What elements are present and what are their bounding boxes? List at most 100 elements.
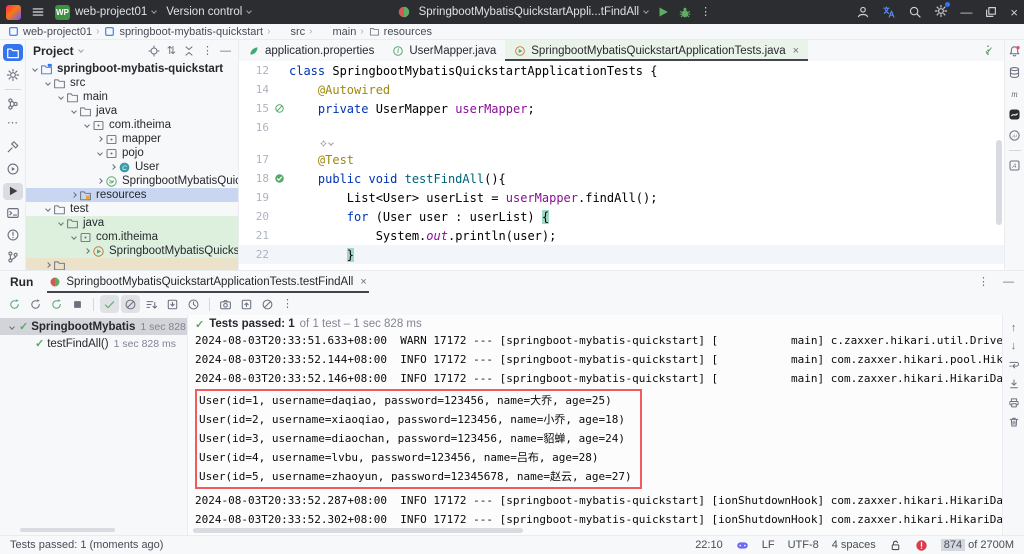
- user-account-icon[interactable]: [856, 5, 870, 19]
- tree-item[interactable]: pojo: [26, 146, 238, 160]
- code-line[interactable]: 21 System.out.println(user);: [239, 226, 1004, 245]
- tree-chevron-icon[interactable]: [58, 94, 64, 100]
- code-line[interactable]: 16: [239, 118, 1004, 137]
- console-scrollbar[interactable]: [193, 528, 523, 533]
- problems-tool-button[interactable]: [3, 227, 23, 244]
- log-line[interactable]: 2024-08-03T20:33:52.287+08:00 INFO 17172…: [195, 491, 1002, 510]
- tree-chevron-icon[interactable]: [45, 206, 51, 212]
- user-output-line[interactable]: User(id=2, username=xiaoqiao, password=1…: [199, 410, 632, 429]
- more-options-icon[interactable]: ⋮: [978, 277, 989, 288]
- tree-chevron-icon[interactable]: [97, 150, 103, 156]
- editor-scrollbar[interactable]: [996, 140, 1002, 225]
- editor-tab[interactable]: I UserMapper.java: [383, 40, 505, 61]
- line-ending-widget[interactable]: LF: [762, 539, 775, 551]
- tree-chevron-icon[interactable]: [97, 136, 103, 142]
- vcs-tool-button[interactable]: [3, 249, 23, 266]
- more-toolbar-icon[interactable]: ⋮: [282, 299, 293, 310]
- tree-item[interactable]: com.itheima: [26, 118, 238, 132]
- toggle-auto-test-button[interactable]: [47, 295, 66, 313]
- user-output-line[interactable]: User(id=4, username=lvbu, password=12345…: [199, 448, 632, 467]
- tree-chevron-icon[interactable]: [45, 80, 51, 86]
- select-opened-file-icon[interactable]: [148, 45, 160, 57]
- close-tab-icon[interactable]: ×: [793, 45, 799, 57]
- code-line[interactable]: 17 @Test: [239, 150, 1004, 169]
- code-line[interactable]: 18 public void testFindAll(){: [239, 169, 1004, 188]
- scroll-to-end-icon[interactable]: [1008, 378, 1020, 390]
- sort-by-duration-button[interactable]: [142, 295, 161, 313]
- project-widget[interactable]: WP web-project01: [55, 5, 156, 20]
- breadcrumb-item[interactable]: springboot-mybatis-quickstart ›: [104, 26, 270, 38]
- show-ignored-toggle[interactable]: [121, 295, 140, 313]
- import-results-button[interactable]: [237, 295, 256, 313]
- user-output-line[interactable]: User(id=3, username=diaochan, password=1…: [199, 429, 632, 448]
- tree-item[interactable]: resources: [26, 188, 238, 202]
- rerun-failed-button[interactable]: [26, 295, 45, 313]
- breadcrumb-item[interactable]: web-project01 ›: [8, 26, 99, 38]
- code-line[interactable]: 14 @Autowired: [239, 80, 1004, 99]
- breadcrumb-item[interactable]: src ›: [275, 26, 312, 38]
- test-history-button[interactable]: [184, 295, 203, 313]
- expand-all-icon[interactable]: ⇅: [167, 46, 176, 57]
- vcs-widget[interactable]: Version control: [166, 6, 251, 18]
- log-line[interactable]: 2024-08-03T20:33:52.144+08:00 INFO 17172…: [195, 350, 1002, 369]
- build-tool-button[interactable]: [3, 139, 23, 156]
- terminal-tool-button[interactable]: [3, 205, 23, 222]
- test-profile-inlay-icon[interactable]: [318, 138, 329, 149]
- tree-item[interactable]: main: [26, 90, 238, 104]
- up-arrow-icon[interactable]: ↑: [1011, 323, 1017, 334]
- down-arrow-icon[interactable]: ↓: [1011, 341, 1017, 352]
- tree-item[interactable]: C User: [26, 160, 238, 174]
- plugin-status-icon[interactable]: [736, 539, 749, 552]
- translate-icon[interactable]: [882, 5, 896, 19]
- run-tool-button[interactable]: [3, 183, 23, 200]
- collapse-all-icon[interactable]: [183, 45, 195, 57]
- status-message[interactable]: Tests passed: 1 (moments ago): [10, 539, 163, 551]
- tree-chevron-icon[interactable]: [71, 108, 77, 114]
- notifications-bell-icon[interactable]: [1008, 45, 1021, 58]
- lock-icon[interactable]: [889, 539, 902, 552]
- code-line[interactable]: 12 class SpringbootMybatisQuickstartAppl…: [239, 61, 1004, 80]
- user-output-line[interactable]: User(id=5, username=zhaoyun, password=12…: [199, 467, 632, 486]
- hide-panel-icon[interactable]: —: [220, 46, 231, 57]
- breadcrumb-item[interactable]: main ›: [317, 26, 363, 38]
- main-menu-icon[interactable]: [31, 5, 45, 19]
- close-tab-icon[interactable]: ×: [360, 276, 366, 288]
- restore-button[interactable]: [984, 5, 998, 19]
- tree-item[interactable]: springboot-mybatis-quickstart: [26, 62, 238, 76]
- test-tree-scrollbar[interactable]: [20, 528, 115, 532]
- user-output-line[interactable]: User(id=1, username=daqiao, password=123…: [199, 391, 632, 410]
- code-line[interactable]: 19 List<User> userList = userMapper.find…: [239, 188, 1004, 207]
- run-button[interactable]: [656, 5, 670, 19]
- hide-panel-icon[interactable]: —: [1003, 277, 1014, 288]
- indent-widget[interactable]: 4 spaces: [832, 539, 876, 551]
- close-button[interactable]: ×: [1010, 6, 1018, 19]
- encoding-widget[interactable]: UTF-8: [788, 539, 819, 551]
- error-indicator-icon[interactable]: [915, 539, 928, 552]
- print-icon[interactable]: [1008, 397, 1020, 409]
- tree-chevron-icon[interactable]: [84, 122, 90, 128]
- structure-tool-button[interactable]: [3, 96, 23, 113]
- plugin-icon[interactable]: [1008, 108, 1021, 121]
- maven-icon[interactable]: m: [1008, 87, 1021, 100]
- tree-item[interactable]: SpringbootMybatisQuickst: [26, 174, 238, 188]
- test-tree-item[interactable]: ✓ SpringbootMybatis 1 sec 828 ms: [0, 318, 187, 335]
- console[interactable]: ✓ Tests passed: 1 of 1 test – 1 sec 828 …: [188, 315, 1002, 535]
- code-area[interactable]: 12 class SpringbootMybatisQuickstartAppl…: [239, 61, 1004, 270]
- tree-item[interactable]: src: [26, 76, 238, 90]
- snapshot-button[interactable]: [216, 295, 235, 313]
- project-panel-title[interactable]: Project: [33, 44, 74, 58]
- stop-button[interactable]: [68, 295, 87, 313]
- tree-item[interactable]: test: [26, 202, 238, 216]
- more-actions-icon[interactable]: ⋮: [700, 7, 711, 18]
- minimize-button[interactable]: —: [960, 5, 972, 19]
- tree-chevron-icon[interactable]: [71, 192, 77, 198]
- show-passed-toggle[interactable]: [100, 295, 119, 313]
- clock-widget[interactable]: 22:10: [695, 539, 723, 551]
- project-tool-button[interactable]: [3, 44, 23, 61]
- code-line[interactable]: 15 private UserMapper userMapper;: [239, 99, 1004, 118]
- tree-chevron-icon[interactable]: [9, 324, 15, 330]
- run-panel-title[interactable]: Run: [10, 275, 33, 289]
- tree-item[interactable]: java: [26, 216, 238, 230]
- editor-tab[interactable]: SpringbootMybatisQuickstartApplicationTe…: [505, 40, 808, 61]
- tree-item[interactable]: [26, 258, 238, 270]
